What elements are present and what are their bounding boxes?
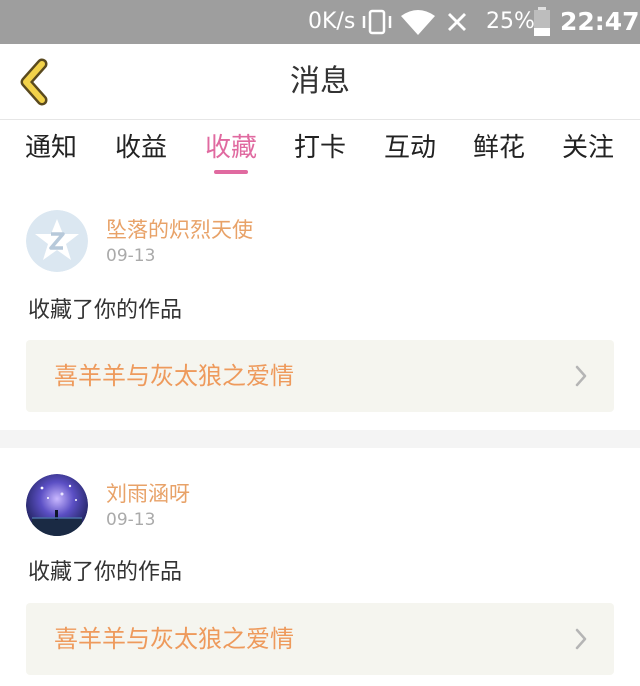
message-item: 刘雨涵呀 09-13 收藏了你的作品 喜羊羊与灰太狼之爱情 (0, 448, 640, 686)
message-action: 收藏了你的作品 (28, 298, 183, 323)
username[interactable]: 坠落的炽烈天使 (106, 214, 253, 244)
back-arrow-icon (20, 58, 48, 106)
avatar[interactable] (26, 210, 88, 272)
work-title: 喜羊羊与灰太狼之爱情 (54, 625, 294, 653)
work-title: 喜羊羊与灰太狼之爱情 (54, 362, 294, 390)
tab-follow[interactable]: 关注 (553, 130, 623, 166)
wifi-icon (401, 10, 435, 35)
active-tab-indicator (214, 170, 248, 174)
message-date: 09-13 (106, 510, 156, 530)
status-bar: 0K/s 25% 22:47 (0, 0, 640, 44)
message-action: 收藏了你的作品 (28, 560, 183, 585)
battery-icon (534, 7, 550, 36)
message-date: 09-13 (106, 246, 156, 266)
tab-bar: 通知 收益 收藏 打卡 互动 鲜花 关注 (0, 120, 640, 182)
chevron-right-icon (575, 365, 587, 387)
tab-earnings[interactable]: 收益 (106, 130, 176, 166)
page-title: 消息 (290, 64, 350, 99)
default-avatar-icon (26, 210, 88, 272)
clock: 22:47 (560, 7, 640, 36)
tab-checkin[interactable]: 打卡 (285, 130, 355, 166)
tab-flowers[interactable]: 鲜花 (464, 130, 534, 166)
tab-favorites[interactable]: 收藏 (196, 130, 266, 166)
username[interactable]: 刘雨涵呀 (106, 478, 190, 508)
network-speed: 0K/s (308, 9, 356, 34)
no-signal-icon (448, 13, 466, 31)
vibrate-icon (362, 9, 392, 35)
tab-interaction[interactable]: 互动 (375, 130, 445, 166)
avatar[interactable] (26, 474, 88, 536)
chevron-right-icon (575, 628, 587, 650)
work-link[interactable]: 喜羊羊与灰太狼之爱情 (26, 340, 614, 412)
back-button[interactable] (14, 56, 54, 108)
work-link[interactable]: 喜羊羊与灰太狼之爱情 (26, 603, 614, 675)
user-avatar-image (26, 474, 88, 536)
message-item: 坠落的炽烈天使 09-13 收藏了你的作品 喜羊羊与灰太狼之爱情 (0, 182, 640, 430)
tab-notification[interactable]: 通知 (16, 130, 86, 166)
header: 消息 (0, 44, 640, 120)
section-divider (0, 430, 640, 448)
battery-percent: 25% (486, 9, 535, 34)
